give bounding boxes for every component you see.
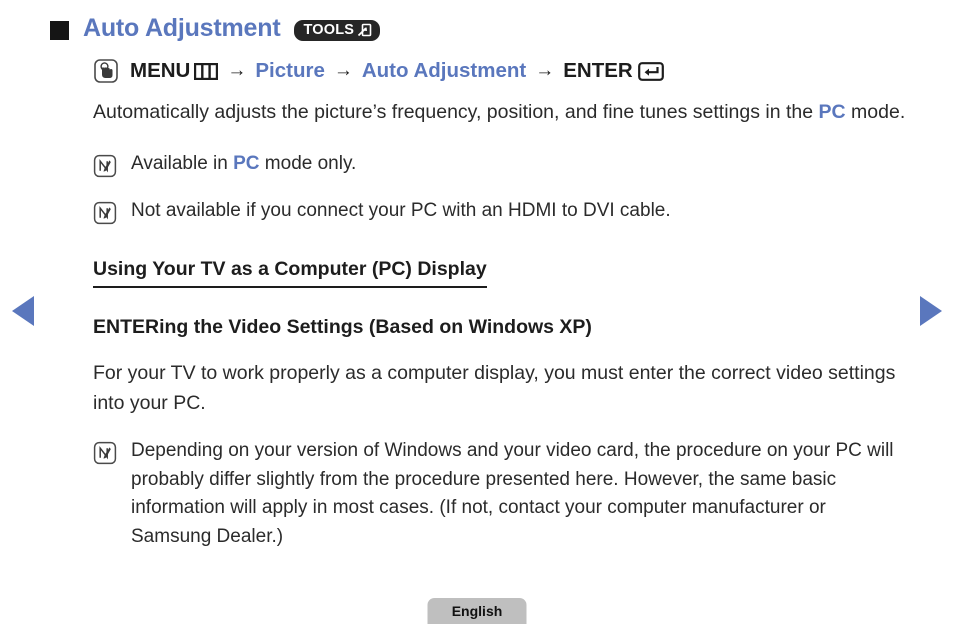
- menu-path-enter-label: ENTER: [563, 59, 633, 82]
- note-pencil-icon: [93, 201, 117, 230]
- tools-badge[interactable]: TOOLS: [294, 20, 381, 41]
- menu-path-step-auto-adjustment[interactable]: Auto Adjustment: [362, 59, 526, 83]
- note-text: Not available if you connect your PC wit…: [131, 200, 671, 221]
- note-text-part1: Available in: [131, 153, 234, 174]
- section-heading-video-settings: ENTERing the Video Settings (Based on Wi…: [93, 316, 592, 338]
- next-page-arrow[interactable]: [920, 296, 942, 326]
- note-item: Available in PC mode only.: [93, 150, 911, 183]
- note-pencil-icon: [93, 154, 117, 183]
- intro-highlight-pc: PC: [818, 101, 846, 123]
- manual-page: Auto Adjustment TOOLS MENU → Picture → A…: [0, 0, 954, 624]
- intro-paragraph: Automatically adjusts the picture’s freq…: [93, 97, 911, 127]
- note-highlight: PC: [233, 153, 260, 174]
- content-column: MENU → Picture → Auto Adjustment → ENTER: [93, 55, 911, 551]
- page-title: Auto Adjustment: [83, 14, 281, 42]
- menu-path-step-picture[interactable]: Picture: [255, 59, 325, 83]
- menu-path-arrow-2: →: [333, 60, 353, 81]
- menu-columns-icon: [194, 62, 219, 80]
- enter-return-icon: [637, 61, 664, 81]
- menu-path: MENU → Picture → Auto Adjustment → ENTER: [93, 55, 911, 87]
- tools-badge-label: TOOLS: [303, 22, 355, 38]
- arrow-into-box-icon: [357, 23, 372, 37]
- intro-text-part1: Automatically adjusts the picture’s freq…: [93, 101, 819, 123]
- note-text: Depending on your version of Windows and…: [131, 440, 894, 547]
- intro-text-part2: mode.: [845, 101, 906, 123]
- hand-press-button-icon: [93, 58, 119, 84]
- menu-path-menu-label: MENU: [130, 59, 191, 82]
- video-settings-paragraph: For your TV to work properly as a comput…: [93, 362, 896, 414]
- note-text-part2: mode only.: [259, 153, 357, 174]
- section-heading-pc-display: Using Your TV as a Computer (PC) Display: [93, 258, 487, 288]
- note-item: Depending on your version of Windows and…: [93, 437, 911, 551]
- menu-path-arrow-1: →: [227, 60, 247, 81]
- language-tab[interactable]: English: [427, 598, 527, 624]
- menu-path-arrow-3: →: [535, 60, 555, 81]
- previous-page-arrow[interactable]: [12, 296, 34, 326]
- square-bullet-icon: [50, 20, 69, 40]
- note-text: Available in PC mode only.: [131, 150, 356, 179]
- note-item: Not available if you connect your PC wit…: [93, 197, 911, 230]
- page-title-row: Auto Adjustment TOOLS: [50, 14, 381, 43]
- note-pencil-icon: [93, 441, 117, 470]
